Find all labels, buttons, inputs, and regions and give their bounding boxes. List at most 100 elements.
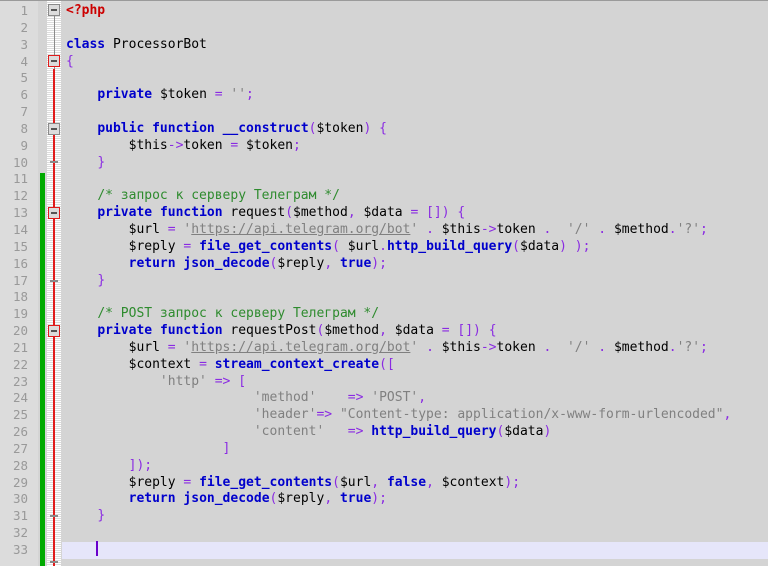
line-number: 25: [12, 407, 28, 423]
code-line-21[interactable]: $url = 'https://api.telegram.org/bot' . …: [62, 340, 768, 357]
code-line-32[interactable]: [62, 525, 768, 542]
editor-gutter[interactable]: 1 2 3 4 5 6 7 8 9 10 11 12 13 14 15 16 17 18 19 20 21 22 23 24 2…: [0, 1, 39, 566]
token-semicolon: ;: [293, 137, 301, 153]
token-var-this: $this: [441, 221, 481, 237]
token-semicolon: ;: [700, 339, 708, 355]
token-keyword-class: class: [66, 36, 106, 52]
code-line-17[interactable]: }: [62, 273, 768, 290]
token-var-token: $token: [246, 137, 294, 153]
token-brace-close: }: [97, 154, 106, 170]
code-line-5[interactable]: [62, 70, 768, 87]
code-line-10[interactable]: }: [62, 155, 768, 172]
token-var-context: $context: [441, 474, 505, 490]
vcs-change-bar[interactable]: [40, 173, 45, 566]
token-php-open: <?php: [66, 3, 106, 18]
code-line-25[interactable]: 'header'=> "Content-type: application/x-…: [62, 407, 768, 424]
line-number: 17: [12, 272, 28, 288]
line-number: 8: [20, 120, 28, 136]
code-line-2[interactable]: [62, 20, 768, 37]
token-string-content-type: "Content-type: application/x-www-form-ur…: [339, 407, 724, 423]
code-line-4[interactable]: {: [62, 54, 768, 71]
line-number: 4: [20, 53, 28, 69]
token-assign: =: [199, 356, 207, 372]
token-semicolon: ;: [512, 474, 521, 490]
token-literal-true: true: [339, 491, 372, 507]
token-fn-file-get-contents: file_get_contents: [199, 474, 333, 490]
code-line-15[interactable]: $reply = file_get_contents( $url.http_bu…: [62, 239, 768, 256]
token-var-url: $url: [347, 238, 380, 254]
code-line-16[interactable]: return json_decode($reply, true);: [62, 256, 768, 273]
token-param-method: $method: [324, 323, 380, 339]
token-comma: ,: [347, 205, 356, 221]
line-number: 13: [12, 205, 28, 221]
token-paren: (: [332, 474, 340, 490]
token-prop-token: token: [496, 339, 536, 355]
token-semicolon: ;: [379, 491, 387, 507]
code-line-29[interactable]: $reply = file_get_contents($url, false, …: [62, 475, 768, 492]
token-paren-close: ): [574, 238, 583, 254]
line-number: 32: [12, 525, 28, 541]
code-content[interactable]: <?php class ProcessorBot { private $toke…: [62, 1, 768, 566]
token-prop-token: token: [183, 137, 223, 153]
code-line-19[interactable]: /* POST запрос к серверу Телеграм */: [62, 306, 768, 323]
code-line-22[interactable]: $context = stream_context_create([: [62, 357, 768, 374]
token-fn-json-decode: json_decode: [183, 255, 270, 271]
code-line-1[interactable]: <?php: [62, 3, 768, 20]
token-paren-close: ): [371, 255, 380, 271]
token-paren-close: ): [473, 323, 481, 339]
code-line-24[interactable]: 'method' => 'POST',: [62, 390, 768, 407]
code-line-13[interactable]: private function request($method, $data …: [62, 205, 768, 222]
line-number: 29: [12, 474, 28, 490]
fold-end-line-17[interactable]: [50, 280, 58, 282]
code-line-7[interactable]: [62, 104, 768, 121]
token-literal-true: true: [339, 255, 372, 271]
fold-end-line-33[interactable]: [50, 561, 58, 563]
code-line-33[interactable]: [62, 542, 768, 559]
fold-end-line-10[interactable]: [50, 161, 58, 163]
token-concat: .: [598, 221, 607, 237]
code-line-8[interactable]: public function __construct($token) {: [62, 121, 768, 138]
token-paren: (: [512, 238, 520, 254]
line-number: 27: [12, 440, 28, 456]
fold-marker-line-13[interactable]: [48, 207, 60, 219]
token-fn-file-get-contents: file_get_contents: [199, 238, 333, 254]
fold-marker-line-1[interactable]: [48, 4, 60, 16]
token-assign: =: [410, 205, 419, 221]
code-line-26[interactable]: 'content' => http_build_query($data): [62, 424, 768, 441]
code-line-3[interactable]: class ProcessorBot: [62, 37, 768, 54]
token-key-http: 'http': [159, 373, 207, 389]
line-number: 16: [12, 255, 28, 271]
token-paren: (: [285, 205, 294, 221]
fold-marker-line-4[interactable]: [48, 55, 60, 67]
code-line-6[interactable]: private $token = '';: [62, 87, 768, 104]
code-line-18[interactable]: [62, 289, 768, 306]
code-line-28[interactable]: ]);: [62, 458, 768, 475]
code-line-23[interactable]: 'http' => [: [62, 374, 768, 391]
token-method-construct: __construct: [222, 120, 309, 136]
token-var-url: $url: [128, 339, 160, 355]
fold-end-line-31[interactable]: [50, 515, 58, 517]
token-string-qmark: '?': [676, 339, 701, 355]
token-concat: .: [543, 221, 552, 237]
fold-marker-line-20[interactable]: [48, 325, 60, 337]
code-line-30[interactable]: return json_decode($reply, true);: [62, 491, 768, 508]
code-line-31[interactable]: }: [62, 508, 768, 525]
code-line-12[interactable]: /* запрос к серверу Телеграм */: [62, 188, 768, 205]
code-line-9[interactable]: $this->token = $token;: [62, 138, 768, 155]
code-line-14[interactable]: $url = 'https://api.telegram.org/bot' . …: [62, 222, 768, 239]
code-line-27[interactable]: ]: [62, 441, 768, 458]
token-var-context: $context: [128, 356, 192, 372]
token-fn-http-build-query: http_build_query: [386, 238, 513, 254]
line-number: 14: [12, 221, 28, 237]
token-param-method: $method: [293, 205, 348, 221]
token-keyword-return: return: [128, 255, 176, 271]
line-number: 9: [20, 137, 28, 153]
token-assign: =: [183, 474, 192, 490]
token-brace-open: {: [66, 53, 74, 69]
token-paren: (: [379, 356, 387, 372]
code-editor[interactable]: 1 2 3 4 5 6 7 8 9 10 11 12 13 14 15 16 17 18 19 20 21 22 23 24 2…: [0, 0, 768, 566]
code-line-11[interactable]: [62, 171, 768, 188]
token-brace-close: }: [97, 508, 106, 524]
code-line-20[interactable]: private function requestPost($method, $d…: [62, 323, 768, 340]
fold-marker-line-8[interactable]: [48, 123, 60, 135]
